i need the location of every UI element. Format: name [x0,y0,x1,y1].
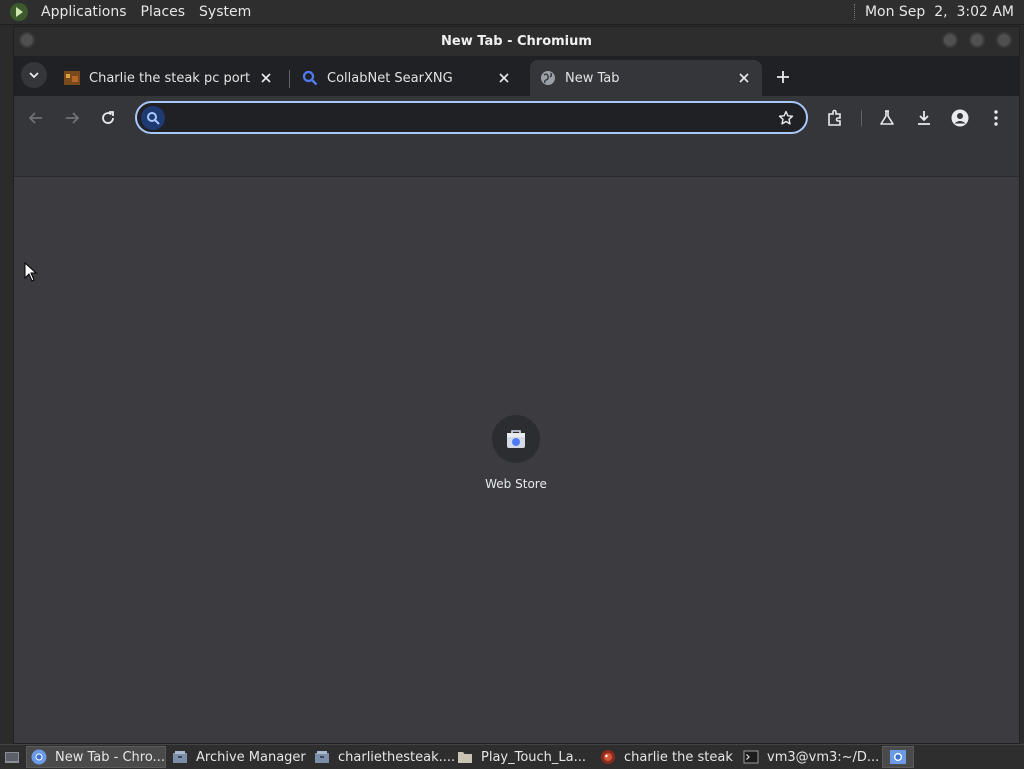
taskbar-item-label: Archive Manager [196,749,306,765]
chevron-down-icon [29,72,39,79]
taskbar-item-archive-manager[interactable]: Archive Manager [168,746,308,768]
kebab-menu-icon [994,110,998,126]
window-title: New Tab - Chromium [441,34,592,49]
workspace-switcher[interactable] [882,746,914,768]
game-icon [601,750,615,764]
chromium-window: New Tab - Chromium Charlie the steak pc … [13,26,1020,744]
puzzle-icon [828,109,841,126]
web-store-icon [492,415,540,463]
chromium-icon [890,750,906,764]
reload-icon [102,111,114,124]
downloads-button[interactable] [912,106,936,130]
address-input[interactable] [171,107,765,131]
tab-label: CollabNet SearXNG [327,70,453,86]
new-tab-page: Web Store [14,177,1019,743]
game-favicon-icon [64,71,80,85]
mouse-cursor-icon [24,262,38,282]
tab-separator [289,70,290,88]
chrome-labs-button[interactable] [875,106,899,130]
window-menu-button[interactable] [19,32,35,48]
forward-button[interactable] [60,106,84,130]
close-window-button[interactable] [996,32,1012,48]
bookmark-star-icon[interactable] [776,108,796,128]
profile-button[interactable] [948,106,972,130]
extensions-button[interactable] [823,106,847,130]
top-panel: Applications Places System Mon Sep 2, 3:… [0,0,1024,25]
reload-button[interactable] [96,106,120,130]
tab-label: New Tab [565,70,620,86]
taskbar-item-label: Play_Touch_La... [481,749,587,765]
shortcut-web-store[interactable]: Web Store [476,415,556,491]
taskbar-item-chromium[interactable]: New Tab - Chro... [26,746,166,768]
taskbar-item-terminal[interactable]: vm3@vm3:~/D... [739,746,880,768]
taskbar-item-game[interactable]: charlie the steak [596,746,737,768]
tab-label: Charlie the steak pc port by L [89,70,252,86]
arrow-left-icon [28,112,42,124]
close-icon[interactable] [736,70,752,86]
back-button[interactable] [24,106,48,130]
address-bar[interactable] [135,101,808,134]
globe-favicon-icon [541,71,555,85]
minimize-button[interactable] [942,32,958,48]
applications-logo-icon[interactable] [10,3,28,21]
maximize-button[interactable] [969,32,985,48]
browser-toolbar [14,96,1019,140]
download-icon [918,111,930,125]
folder-icon [458,752,472,763]
tab-charlie[interactable]: Charlie the steak pc port by L [54,60,284,96]
tab-search-button[interactable] [21,62,47,88]
chromium-icon [31,749,47,765]
bookmarks-bar [14,140,1019,177]
close-icon[interactable] [496,70,512,86]
taskbar-item-archive[interactable]: charliethesteak.... [310,746,455,768]
plus-icon [777,71,789,83]
profile-icon [951,109,969,127]
menu-places[interactable]: Places [134,4,193,20]
toolbar-divider [861,110,862,126]
menu-system[interactable]: System [192,4,258,20]
menu-button[interactable] [984,106,1008,130]
taskbar-item-label: charlie the steak [624,749,733,765]
archive-icon [315,751,329,763]
taskbar-item-label: vm3@vm3:~/D... [767,749,880,765]
taskbar-item-label: New Tab - Chro... [55,749,165,765]
menu-applications[interactable]: Applications [34,4,134,20]
search-icon [141,106,165,130]
panel-separator [853,4,857,20]
tab-strip: Charlie the steak pc port by L CollabNet… [14,56,1019,96]
taskbar-item-folder[interactable]: Play_Touch_La... [453,746,594,768]
tab-new-tab[interactable]: New Tab [530,60,762,96]
show-desktop-button[interactable] [0,746,24,768]
archive-icon [173,751,187,763]
taskbar-item-label: charliethesteak.... [338,749,456,765]
shortcut-label: Web Store [485,477,547,491]
taskbar: New Tab - Chro... Archive Manager charli… [0,744,1024,769]
clock[interactable]: Mon Sep 2, 3:02 AM [865,4,1024,20]
close-icon[interactable] [258,70,274,86]
new-tab-button[interactable] [772,66,794,88]
show-desktop-icon [5,752,19,763]
search-favicon-icon [302,70,318,86]
arrow-right-icon [66,112,80,124]
tab-searxng[interactable]: CollabNet SearXNG [292,60,522,96]
window-titlebar[interactable]: New Tab - Chromium [14,27,1019,56]
terminal-icon [743,750,759,764]
flask-icon [880,110,894,125]
